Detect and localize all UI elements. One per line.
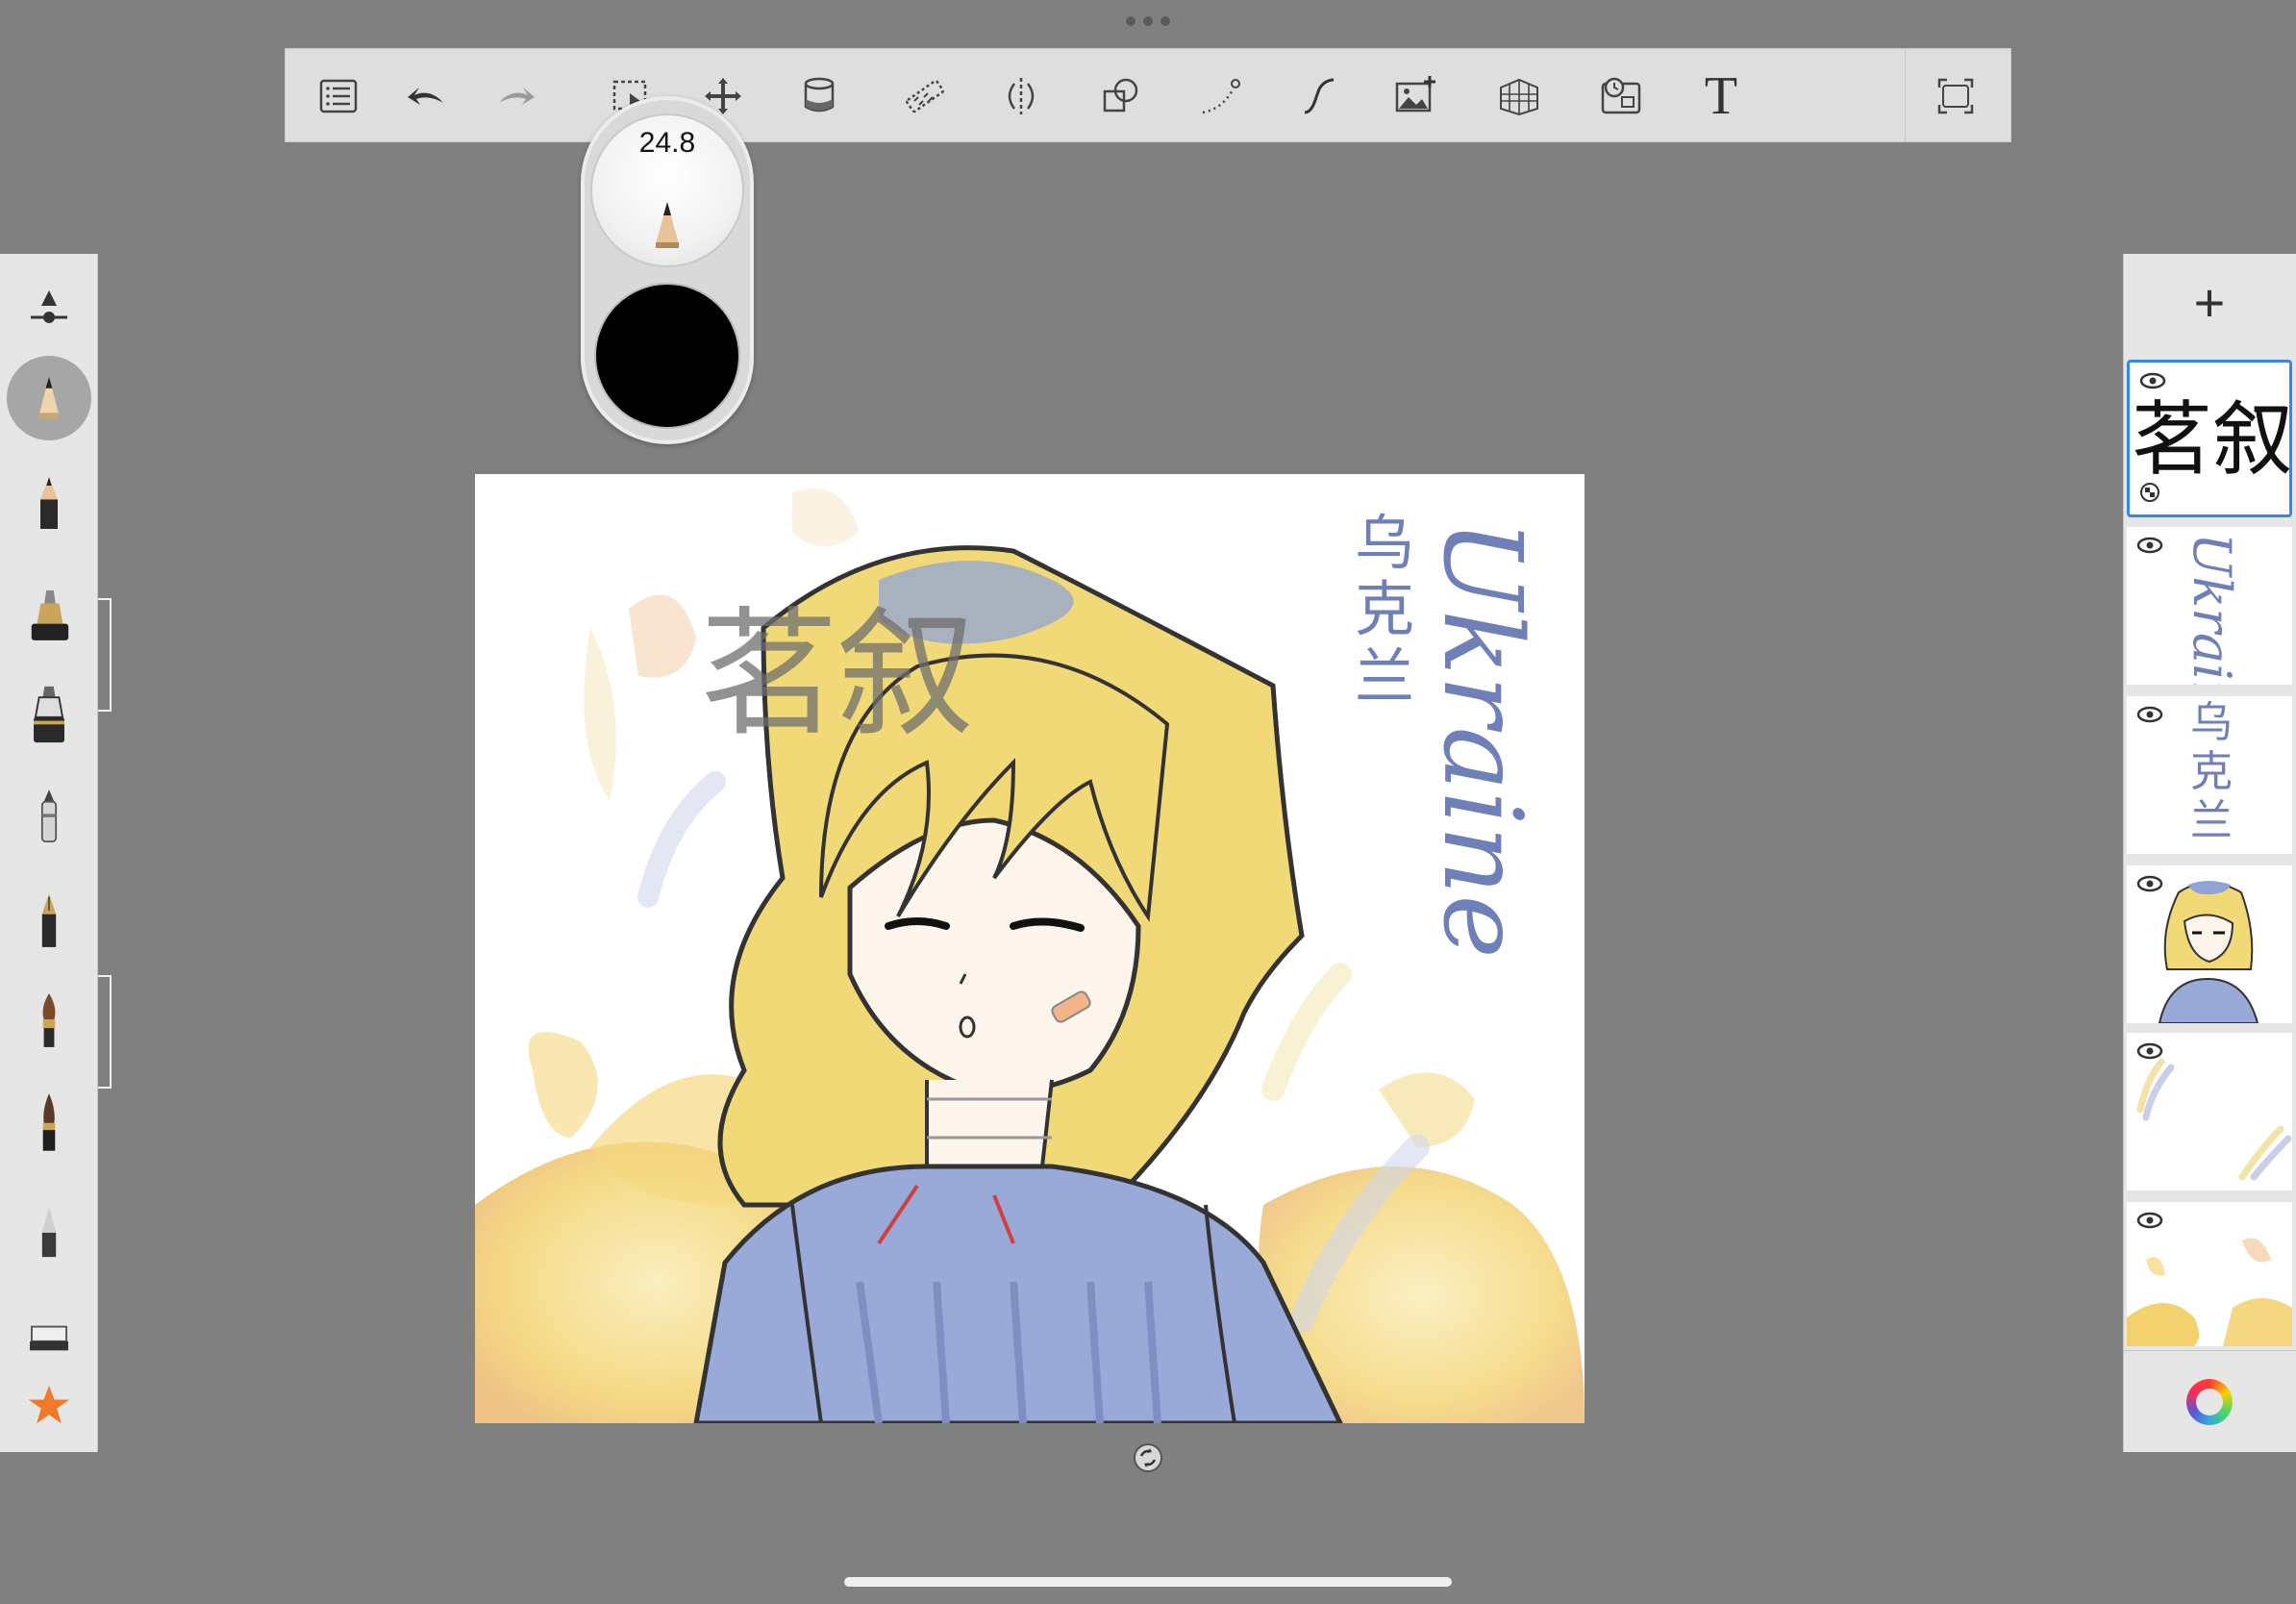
image-add-icon: [1395, 76, 1435, 113]
layer-character[interactable]: [2127, 865, 2292, 1023]
layer-cn-char: 兰: [2190, 796, 2233, 846]
undo-button[interactable]: [393, 63, 461, 130]
timelapse-icon: [1601, 77, 1641, 114]
time-lapse-button[interactable]: [1587, 63, 1655, 130]
eye-icon[interactable]: [2139, 372, 2166, 389]
ukraine-latin-title: Ukraine: [1419, 519, 1544, 959]
pencil-icon: [38, 376, 60, 420]
fill-button[interactable]: [786, 63, 853, 130]
text-tool-label: T: [1704, 66, 1738, 126]
shapes-button[interactable]: [1087, 63, 1155, 130]
brush-graphite-pencil[interactable]: [15, 467, 83, 539]
brush-soft-tip[interactable]: [15, 1196, 83, 1267]
ink-brush-icon: [42, 1093, 56, 1151]
brush-size-value: 24.8: [638, 127, 696, 159]
main-toolbar: T: [285, 48, 2011, 142]
layer-mask-icon[interactable]: [2139, 482, 2160, 503]
add-layer-label: +: [2193, 272, 2226, 333]
toolbar-divider: [1905, 49, 1906, 141]
import-image-button[interactable]: [1382, 63, 1449, 130]
layer-chinese-title[interactable]: 乌 克 兰: [2127, 696, 2292, 854]
canvas-rotate-icon[interactable]: [1133, 1442, 1163, 1473]
stroke-style-button[interactable]: [1285, 63, 1353, 130]
brush-fineliner[interactable]: [15, 885, 83, 956]
brush-panel: [0, 254, 98, 1452]
current-color-swatch[interactable]: [594, 283, 740, 429]
layer-cn-char: 克: [2190, 747, 2233, 797]
layer-cn-char: 乌: [2190, 698, 2233, 747]
perspective-grid-icon: [1500, 78, 1538, 116]
soft-tip-icon: [41, 1206, 57, 1258]
star-icon: [28, 1385, 70, 1424]
symmetry-button[interactable]: [987, 63, 1055, 130]
ink-pen-icon: [34, 686, 64, 743]
brush-ink[interactable]: [15, 1087, 83, 1158]
fullscreen-button[interactable]: [1922, 63, 1989, 130]
shapes-icon: [1103, 78, 1138, 113]
layer-thumb-text: 茗叙: [2131, 392, 2292, 487]
layers-list-button[interactable]: [305, 63, 372, 130]
brush-properties-slider[interactable]: [15, 273, 83, 344]
color-wheel-center: [2196, 1389, 2223, 1416]
redo-button[interactable]: [482, 63, 549, 130]
perspective-button[interactable]: [1485, 63, 1553, 130]
symmetry-icon: [1008, 78, 1035, 114]
undo-icon: [408, 88, 443, 105]
handle-dot: [1126, 16, 1136, 26]
paintbrush-icon: [42, 993, 56, 1047]
layer-thumb-leaves: [2127, 1238, 2292, 1346]
handle-dot: [1160, 16, 1170, 26]
ruler-icon: [905, 79, 945, 113]
brush-pencil-selected[interactable]: [7, 356, 91, 440]
paint-bucket-icon: [804, 77, 835, 113]
ukraine-cn-char: 兰: [1354, 640, 1414, 712]
brush-fountain-ink[interactable]: [15, 679, 83, 750]
layers-divider: [2123, 1350, 2296, 1351]
layer-latin-title[interactable]: Ukraine: [2127, 527, 2292, 685]
fullscreen-icon: [1937, 78, 1974, 114]
curve-button[interactable]: [1187, 63, 1255, 130]
toolbar-drag-handle[interactable]: [1123, 16, 1173, 28]
brush-panel-tab[interactable]: [98, 598, 112, 712]
color-wheel-icon[interactable]: [2186, 1379, 2233, 1425]
eye-icon[interactable]: [2136, 706, 2163, 723]
brush-eraser[interactable]: [15, 1302, 83, 1373]
nib-pen-icon: [41, 893, 57, 947]
favorites-button[interactable]: [15, 1369, 83, 1441]
marker-icon: [31, 590, 69, 640]
handle-dot: [1143, 16, 1153, 26]
brush-panel-tab[interactable]: [98, 975, 112, 1089]
layer-thumb-text: 乌 克 兰: [2183, 698, 2240, 845]
ukraine-cn-char: 克: [1354, 574, 1414, 645]
layer-watermark[interactable]: 茗叙: [2127, 360, 2292, 517]
redo-icon: [499, 88, 535, 105]
layer-background[interactable]: [2127, 1202, 2292, 1346]
brush-marker[interactable]: [15, 579, 83, 650]
layer-thumb-strokes: [2136, 1058, 2292, 1181]
curve-icon: [1202, 79, 1240, 114]
eraser-icon: [30, 1325, 68, 1351]
watermark-text: 茗叙: [700, 593, 975, 755]
ruler-button[interactable]: [891, 63, 959, 130]
brush-paint[interactable]: [15, 985, 83, 1056]
home-indicator[interactable]: [844, 1577, 1452, 1587]
graphite-pencil-icon: [40, 477, 58, 529]
layer-thumb-text: Ukraine: [2182, 533, 2242, 685]
layer-thumb-character: [2158, 881, 2259, 1023]
ukraine-cn-char: 乌: [1354, 508, 1414, 578]
brush-ballpoint[interactable]: [15, 781, 83, 852]
layer-strokes[interactable]: [2127, 1033, 2292, 1190]
list-icon: [319, 79, 358, 113]
ukraine-chinese-title: 乌 克 兰: [1351, 508, 1418, 712]
text-tool-button[interactable]: T: [1687, 63, 1755, 130]
pencil-tip-icon: [656, 202, 679, 248]
eye-icon[interactable]: [2136, 537, 2163, 554]
slider-icon: [31, 290, 67, 323]
ballpoint-pen-icon: [40, 789, 58, 842]
add-layer-button[interactable]: +: [2123, 254, 2296, 352]
s-curve-icon: [1304, 78, 1335, 114]
